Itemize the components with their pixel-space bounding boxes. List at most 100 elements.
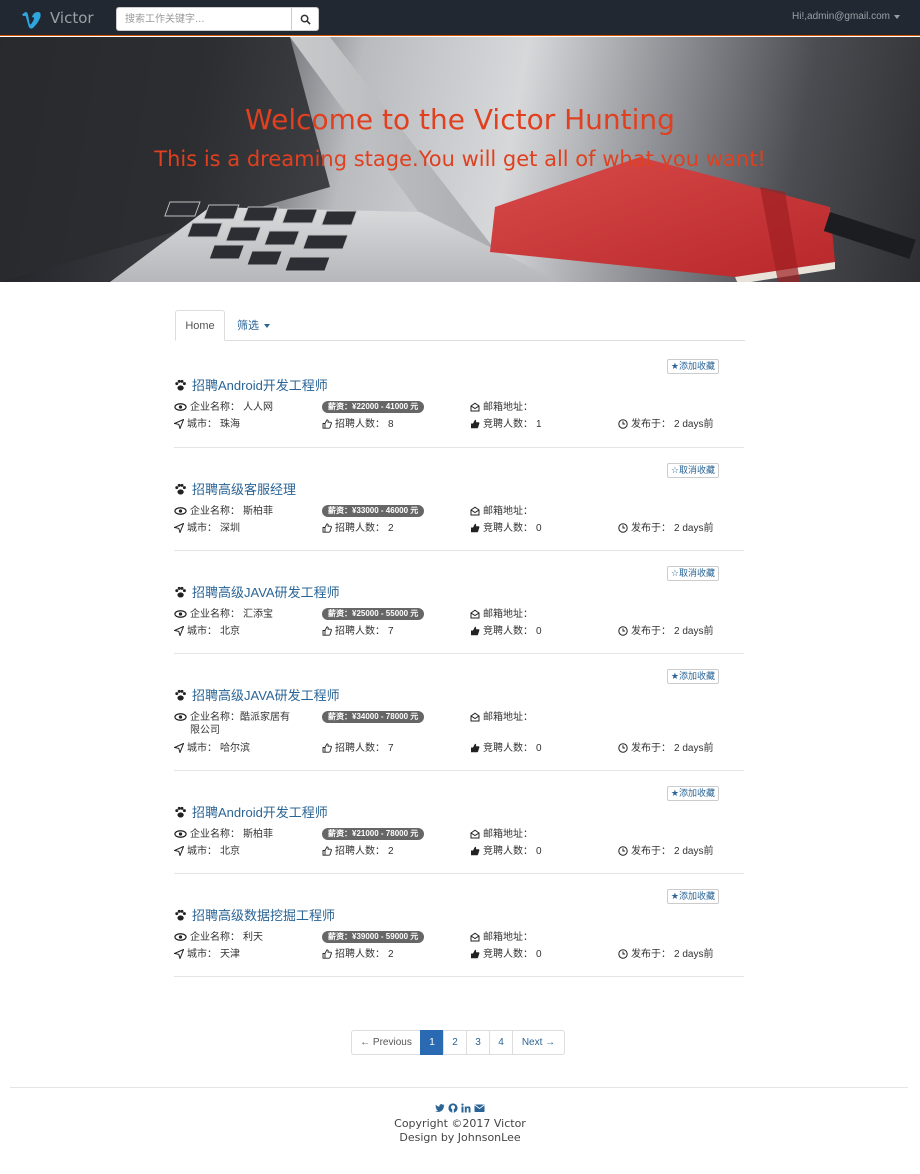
design-credit-text: Design by JohnsonLee: [399, 1131, 521, 1144]
city-label: 城市：: [187, 846, 217, 857]
envelope-icon[interactable]: [474, 1103, 485, 1113]
thumbs-up-outline-icon: [322, 626, 332, 636]
favorite-button[interactable]: ★添加收藏: [666, 786, 719, 801]
applicants-value: 0: [536, 846, 542, 857]
paper-plane-icon: [174, 523, 184, 533]
applicants-label: 竞聘人数：: [483, 523, 533, 534]
salary-value: ¥33000 - 46000 元: [352, 506, 419, 515]
paw-icon: [175, 586, 186, 598]
user-menu[interactable]: Hi!,admin@gmail.com: [792, 11, 900, 22]
favorite-button[interactable]: ☆取消收藏: [666, 566, 719, 581]
hero-banner: Welcome to the Victor Hunting This is a …: [0, 37, 920, 282]
email-label: 邮箱地址：: [483, 712, 533, 723]
thumbs-up-icon: [471, 743, 480, 753]
salary-label: 薪资：: [328, 402, 352, 411]
email-label: 邮箱地址：: [483, 829, 533, 840]
city-value: 天津: [220, 949, 240, 960]
city-label: 城市：: [187, 419, 217, 430]
favorite-button[interactable]: ★添加收藏: [666, 669, 719, 684]
job-title: 招聘高级数据挖掘工程师: [192, 908, 336, 923]
job-title-link[interactable]: 招聘Android开发工程师: [174, 802, 328, 821]
hires-label: 招聘人数：: [335, 846, 385, 857]
city-value: 北京: [220, 626, 240, 637]
navbar: Victor Hi!,admin@gmail.com: [0, 0, 920, 36]
company-label: 企业名称：: [190, 402, 240, 413]
hires-value: 7: [388, 626, 394, 637]
linkedin-icon[interactable]: [461, 1103, 471, 1113]
paper-plane-icon: [174, 419, 184, 429]
posted-label: 发布于：: [631, 846, 671, 857]
posted-value: 2 days前: [674, 626, 714, 637]
company-label: 企业名称：: [190, 609, 240, 620]
job-item: ★添加收藏 招聘高级JAVA研发工程师 企业名称：酷派家居有限公司 薪资：¥34…: [174, 666, 744, 771]
applicants-label: 竞聘人数：: [483, 846, 533, 857]
thumbs-up-icon: [471, 846, 480, 856]
github-icon[interactable]: [448, 1103, 458, 1113]
caret-down-icon: [894, 14, 900, 19]
eye-icon: [174, 610, 187, 618]
posted-value: 2 days前: [674, 419, 714, 430]
salary-badge: 薪资：¥25000 - 55000 元: [322, 608, 425, 620]
posted-value: 2 days前: [674, 846, 714, 857]
page-4-button[interactable]: 4: [489, 1030, 513, 1055]
company-name: 斯柏菲: [243, 506, 273, 517]
search-input[interactable]: [116, 7, 291, 31]
next-page-button[interactable]: Next →: [512, 1030, 565, 1055]
hires-value: 2: [388, 523, 394, 534]
eye-icon: [174, 403, 187, 411]
clock-icon: [618, 419, 628, 429]
hires-value: 2: [388, 949, 394, 960]
job-title-link[interactable]: 招聘高级客服经理: [174, 479, 296, 498]
city-label: 城市：: [187, 523, 217, 534]
paw-icon: [175, 806, 186, 818]
city-value: 珠海: [220, 419, 240, 430]
salary-badge: 薪资：¥34000 - 78000 元: [322, 711, 425, 723]
footer-divider: [10, 1087, 908, 1088]
search-button[interactable]: [291, 7, 319, 31]
twitter-icon[interactable]: [435, 1103, 445, 1113]
tab-home[interactable]: Home: [175, 310, 225, 341]
hires-value: 8: [388, 419, 394, 430]
job-title-link[interactable]: 招聘高级JAVA研发工程师: [174, 685, 340, 704]
hires-value: 2: [388, 846, 394, 857]
page-3-button[interactable]: 3: [466, 1030, 490, 1055]
tab-filter-dropdown[interactable]: 筛选: [237, 310, 270, 341]
copyright-text: Copyright ©2017 Victor: [394, 1117, 526, 1130]
eye-icon: [174, 933, 187, 941]
company-name: 人人网: [243, 402, 273, 413]
hero-title: Welcome to the Victor Hunting: [245, 103, 675, 136]
pagination: ← Previous 1 2 3 4 Next →: [351, 1030, 565, 1055]
brand[interactable]: Victor: [20, 6, 94, 30]
salary-label: 薪资：: [328, 932, 352, 941]
envelope-open-icon: [470, 712, 480, 722]
tab-filter-label: 筛选: [237, 319, 259, 332]
salary-label: 薪资：: [328, 829, 352, 838]
search-icon: [300, 14, 311, 25]
job-item: ★添加收藏 招聘Android开发工程师 企业名称： 人人网 薪资：¥22000 …: [174, 356, 744, 448]
favorite-button[interactable]: ☆取消收藏: [666, 463, 719, 478]
page-2-button[interactable]: 2: [443, 1030, 467, 1055]
city-label: 城市：: [187, 743, 217, 754]
city-value: 哈尔滨: [220, 743, 250, 754]
email-label: 邮箱地址：: [483, 932, 533, 943]
applicants-label: 竞聘人数：: [483, 626, 533, 637]
previous-page-button[interactable]: ← Previous: [351, 1030, 421, 1055]
envelope-open-icon: [470, 829, 480, 839]
page-1-button[interactable]: 1: [420, 1030, 444, 1055]
clock-icon: [618, 846, 628, 856]
eye-icon: [174, 830, 187, 838]
envelope-open-icon: [470, 932, 480, 942]
hires-label: 招聘人数：: [335, 626, 385, 637]
job-title: 招聘高级JAVA研发工程师: [192, 688, 340, 703]
salary-badge: 薪资：¥21000 - 78000 元: [322, 828, 425, 840]
clock-icon: [618, 949, 628, 959]
company-name: 汇添宝: [243, 609, 273, 620]
paper-plane-icon: [174, 846, 184, 856]
favorite-button[interactable]: ★添加收藏: [666, 359, 719, 374]
job-title-link[interactable]: 招聘高级数据挖掘工程师: [174, 905, 335, 924]
job-title-link[interactable]: 招聘Android开发工程师: [174, 375, 328, 394]
job-title-link[interactable]: 招聘高级JAVA研发工程师: [174, 582, 340, 601]
thumbs-up-icon: [471, 626, 480, 636]
posted-label: 发布于：: [631, 626, 671, 637]
favorite-button[interactable]: ★添加收藏: [666, 889, 719, 904]
